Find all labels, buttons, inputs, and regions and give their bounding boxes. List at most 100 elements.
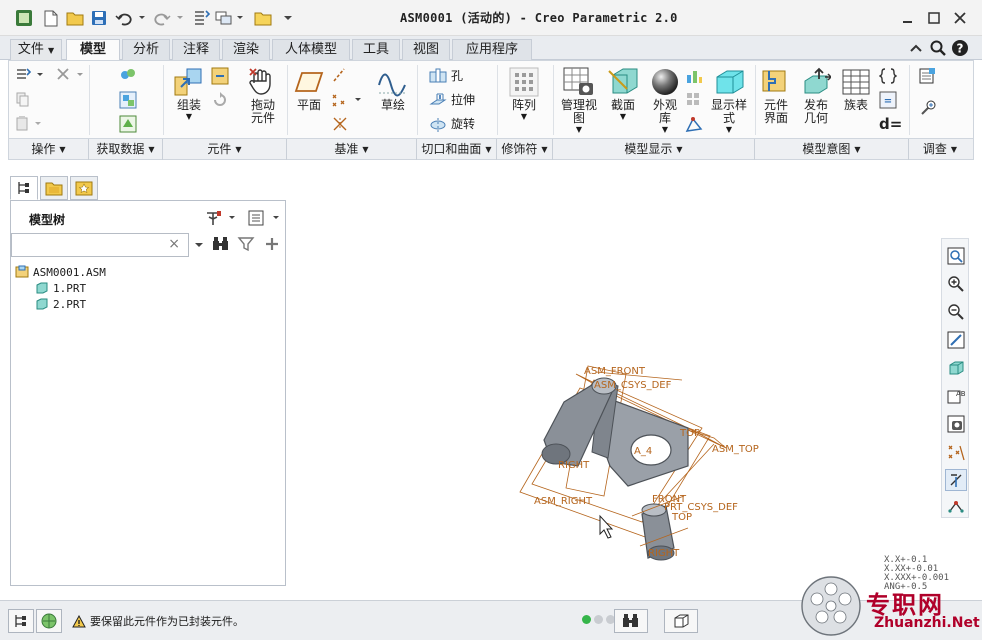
manage-views-button[interactable]: 管理视 图 ▼ [557,67,601,134]
datum-axis-icon[interactable] [331,67,347,83]
search-icon[interactable] [928,38,948,58]
saved-orientations-icon[interactable]: AB [945,385,967,407]
group-datum[interactable]: 基准 ▼ [287,139,417,160]
tab-manikin[interactable]: 人体模型 [272,39,350,60]
datum-point-icon[interactable] [331,91,365,109]
collapse-ribbon-icon[interactable] [906,38,926,58]
open-folder-icon[interactable] [64,7,86,29]
tree-settings-icon[interactable] [205,209,239,230]
copy-icon[interactable] [15,91,31,107]
component-interface-button[interactable]: 元件 界面 [759,67,793,125]
group-components[interactable]: 元件 ▼ [163,139,287,160]
tab-analysis[interactable]: 分析 [122,39,170,60]
search-options-icon[interactable] [193,239,205,254]
pattern-button[interactable]: 阵列 ▼ [503,67,545,121]
zoom-out-icon[interactable] [945,301,967,323]
new-file-icon[interactable] [40,7,62,29]
group-cuts-surfaces[interactable]: 切口和曲面 ▼ [417,139,497,160]
user-defined-feature-icon[interactable] [119,67,137,83]
hole-button[interactable]: 孔 [429,67,463,84]
3d-box-icon[interactable] [664,609,698,633]
window-switch-icon[interactable] [214,7,248,29]
minimize-icon[interactable] [896,8,920,28]
svg-text:?: ? [957,42,964,56]
display-style-button[interactable]: 显示样 式 ▼ [707,67,751,134]
package-icon[interactable] [211,67,229,85]
tab-folder-browser[interactable] [40,176,68,200]
tab-annotate[interactable]: 注释 [172,39,220,60]
tab-view[interactable]: 视图 [402,39,450,60]
model-player-icon[interactable] [919,99,937,117]
save-icon[interactable] [88,7,110,29]
relations-icon[interactable]: = [879,91,897,109]
regenerate-button[interactable] [15,67,45,83]
ribbon-panel: 组装 ▼ 拖动 元件 平面 草绘 孔 拉伸 旋转 阵列 ▼ 管理视 图 ▼ 截面… [8,60,974,160]
refit-icon[interactable] [945,245,967,267]
close-icon[interactable] [948,8,972,28]
help-icon[interactable]: ? [950,38,970,58]
delete-button[interactable] [55,67,85,83]
scene-icon[interactable] [685,91,703,109]
paste-icon[interactable] [15,115,45,131]
render-stats-icon[interactable] [685,67,703,85]
shrinkwrap-icon[interactable] [119,115,137,133]
app-logo-icon[interactable] [12,7,36,29]
tree-item-assembly[interactable]: ASM0001.ASM [15,265,106,279]
find-icon[interactable] [211,235,231,256]
show-navigator-icon[interactable] [8,609,34,633]
clear-search-icon[interactable]: × [168,236,180,252]
revolve-button[interactable]: 旋转 [429,115,475,132]
view-manager-icon[interactable] [945,413,967,435]
regenerate-icon[interactable] [190,7,212,29]
group-get-data[interactable]: 获取数据 ▼ [89,139,163,160]
perspective-icon[interactable] [685,115,703,133]
tree-show-icon[interactable] [247,209,283,230]
tab-model-tree[interactable] [10,176,38,200]
repeat-icon[interactable] [211,91,229,109]
assemble-button[interactable]: 组装 ▼ [169,67,209,121]
coordinate-system-icon[interactable] [331,115,349,133]
extrude-button[interactable]: 拉伸 [429,91,475,108]
appearance-gallery-button[interactable]: 外观 库 ▼ [645,67,685,134]
datum-display-filter-icon[interactable] [945,441,967,463]
quick-access-customize-icon[interactable] [280,7,296,29]
family-table-button[interactable]: 族表 [839,67,873,112]
datum-plane-button[interactable]: 平面 [291,67,327,112]
add-column-icon[interactable] [263,235,281,256]
group-model-intent[interactable]: 模型意图 ▼ [755,139,909,160]
annotation-display-icon[interactable] [945,495,967,517]
tab-favorites[interactable] [70,176,98,200]
redo-icon[interactable] [152,7,186,29]
maximize-icon[interactable] [922,8,946,28]
publish-geometry-button[interactable]: 发布 几何 [799,67,833,125]
spin-center-icon[interactable] [945,469,967,491]
group-model-display[interactable]: 模型显示 ▼ [553,139,755,160]
tab-tools[interactable]: 工具 [352,39,400,60]
tab-file[interactable]: 文件 ▼ [10,39,62,60]
tree-item-part-1[interactable]: 1.PRT [35,281,86,295]
repaint-icon[interactable] [945,329,967,351]
parameters-icon[interactable] [879,67,897,85]
copy-geometry-icon[interactable] [119,91,137,109]
graphics-window[interactable]: ASM_FRONT ASM_CSYS_DEF TOP ASM_TOP A_4 R… [296,166,982,600]
find-status-icon[interactable] [614,609,648,633]
reference-viewer-icon[interactable] [919,67,937,85]
tab-applications[interactable]: 应用程序 [452,39,532,60]
group-operations[interactable]: 操作 ▼ [9,139,89,160]
tab-render[interactable]: 渲染 [222,39,270,60]
show-browser-icon[interactable] [36,609,62,633]
tree-search-input[interactable]: × [11,233,189,257]
drag-components-button[interactable]: 拖动 元件 [241,67,285,125]
switch-dimensions-icon[interactable]: d= [879,115,902,133]
tree-item-part-2[interactable]: 2.PRT [35,297,86,311]
display-style-icon[interactable] [945,357,967,379]
group-modifiers[interactable]: 修饰符 ▼ [497,139,553,160]
sketch-button[interactable]: 草绘 [371,67,415,112]
close-window-icon[interactable] [252,7,274,29]
zoom-in-icon[interactable] [945,273,967,295]
section-button[interactable]: 截面 ▼ [605,67,641,121]
group-investigate[interactable]: 调查 ▼ [909,139,971,160]
tab-model[interactable]: 模型 [66,39,120,61]
filter-icon[interactable] [237,235,255,256]
undo-icon[interactable] [114,7,148,29]
